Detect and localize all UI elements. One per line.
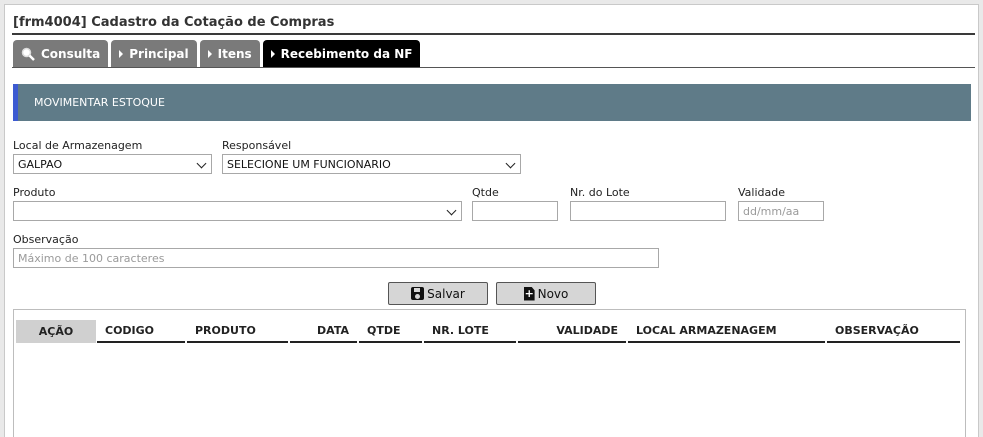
items-table: AÇÃO CODIGO PRODUTO DATA QTDE NR. LOTE V…: [13, 309, 966, 437]
responsavel-select[interactable]: SELECIONE UM FUNCIONARIO: [222, 154, 521, 174]
obs-label: Observação: [13, 233, 79, 246]
save-label: Salvar: [427, 286, 465, 301]
chevron-down-icon: [196, 158, 207, 169]
tab-label: Principal: [129, 46, 189, 61]
form-window: [frm4004] Cadastro da Cotação de Compras…: [4, 4, 979, 437]
col-header-data: DATA: [290, 320, 357, 343]
section-title: MOVIMENTAR ESTOQUE: [34, 96, 165, 109]
new-button[interactable]: Novo: [496, 282, 596, 305]
responsavel-value: SELECIONE UM FUNCIONARIO: [227, 157, 391, 171]
window-title: [frm4004] Cadastro da Cotação de Compras: [13, 15, 335, 30]
col-header-acao: AÇÃO: [16, 320, 96, 343]
validade-placeholder: dd/mm/aa: [743, 204, 800, 218]
col-header-validade: VALIDADE: [518, 320, 626, 343]
tab-label: Recebimento da NF: [280, 46, 413, 61]
obs-input[interactable]: Máximo de 100 caracteres: [13, 248, 659, 268]
col-header-produto: PRODUTO: [187, 320, 288, 343]
col-header-codigo: CODIGO: [97, 320, 185, 343]
tab-principal[interactable]: Principal: [111, 40, 197, 67]
validade-label: Validade: [738, 186, 785, 199]
tab-recebimento-nf[interactable]: Recebimento da NF: [262, 40, 421, 67]
local-value: GALPAO: [18, 157, 63, 171]
col-header-local: LOCAL ARMAZENAGEM: [628, 320, 825, 343]
floppy-disk-icon: [411, 287, 425, 300]
tab-label: Consulta: [41, 46, 101, 61]
validade-input[interactable]: dd/mm/aa: [738, 201, 824, 221]
produto-label: Produto: [13, 186, 56, 199]
title-divider: [12, 33, 975, 35]
triangle-right-icon: [270, 49, 275, 58]
obs-placeholder: Máximo de 100 caracteres: [18, 251, 165, 265]
tab-bar: Consulta Principal Itens Recebimento da …: [13, 40, 421, 67]
col-header-observacao: OBSERVAÇÃO: [827, 320, 960, 343]
responsavel-label: Responsável: [222, 139, 292, 152]
local-select[interactable]: GALPAO: [13, 154, 212, 174]
triangle-right-icon: [119, 49, 124, 58]
qtde-input[interactable]: [472, 201, 558, 221]
tab-consulta[interactable]: Consulta: [13, 40, 109, 67]
tab-label: Itens: [217, 46, 252, 61]
col-header-qtde: QTDE: [359, 320, 422, 343]
save-button[interactable]: Salvar: [388, 282, 488, 305]
search-icon: [21, 47, 35, 61]
new-file-icon: [523, 286, 535, 301]
section-header: MOVIMENTAR ESTOQUE: [13, 84, 971, 121]
local-label: Local de Armazenagem: [13, 139, 143, 152]
produto-select[interactable]: [13, 201, 462, 221]
col-header-nr-lote: NR. LOTE: [424, 320, 516, 343]
tabs-divider: [12, 67, 975, 68]
lote-label: Nr. do Lote: [570, 186, 630, 199]
chevron-down-icon: [505, 158, 516, 169]
chevron-down-icon: [446, 205, 457, 216]
qtde-label: Qtde: [472, 186, 499, 199]
new-label: Novo: [537, 286, 569, 301]
lote-input[interactable]: [570, 201, 726, 221]
triangle-right-icon: [207, 49, 212, 58]
tab-itens[interactable]: Itens: [199, 40, 260, 67]
